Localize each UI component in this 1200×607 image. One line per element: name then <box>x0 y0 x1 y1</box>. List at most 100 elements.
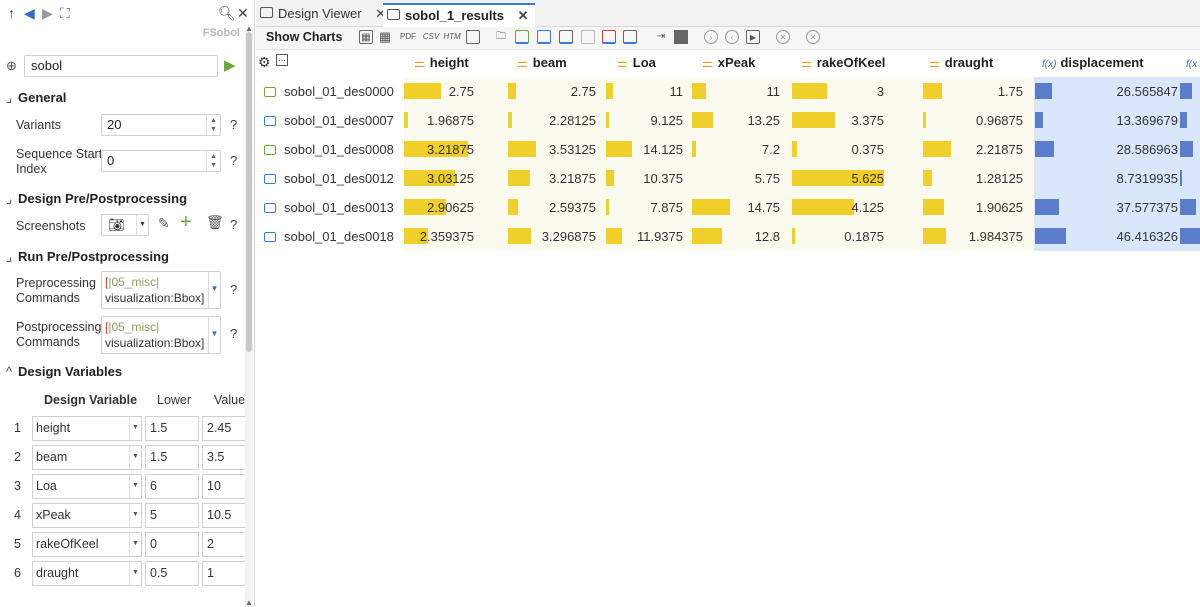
column-header-beam[interactable]: ⚌ beam <box>517 55 567 79</box>
image-export-icon[interactable]: ▦ <box>359 30 373 44</box>
tab-sobol-results[interactable]: sobol_1_results ✕ <box>383 3 535 27</box>
scrollbar-thumb[interactable] <box>246 32 252 352</box>
design-name[interactable]: sobol_01_des0012 <box>264 171 394 186</box>
help-icon[interactable]: ? <box>230 326 237 341</box>
general-section-header[interactable]: ⌟ General <box>6 90 66 106</box>
design-variable-select[interactable]: draught ▼ <box>32 561 142 586</box>
chevron-down-icon[interactable]: ▼ <box>129 533 141 556</box>
circle-x-all-icon[interactable]: ✕ <box>806 30 820 44</box>
design-variable-select[interactable]: Loa ▼ <box>32 474 142 499</box>
lower-input[interactable]: 6 <box>145 474 199 499</box>
folder-red-icon[interactable] <box>602 30 616 44</box>
table-row[interactable]: sobol_01_des0000 2.75 2.75 11 11 3 1.75 26.5658… <box>256 77 1200 106</box>
lower-input[interactable]: 0.5 <box>145 561 199 586</box>
help-icon[interactable]: ? <box>230 282 237 297</box>
expand-icon[interactable]: ⛶ <box>60 5 70 22</box>
design-name[interactable]: sobol_01_des0018 <box>264 229 394 244</box>
csv-export-icon[interactable]: CSV <box>421 30 441 44</box>
settings-gear-icon[interactable]: ⚙ <box>258 54 271 71</box>
variants-input[interactable]: 20 ▲ ▼ <box>101 114 221 136</box>
design-variable-select[interactable]: rakeOfKeel ▼ <box>32 532 142 557</box>
circle-left-icon[interactable]: ‹ <box>725 30 739 44</box>
sequence-start-input[interactable]: 0 ▲ ▼ <box>101 150 221 172</box>
value-input[interactable]: 2 <box>202 532 248 557</box>
table-row[interactable]: sobol_01_des0007 1.96875 2.28125 9.125 13.25… <box>256 106 1200 135</box>
column-header-loa[interactable]: ⚌ Loa <box>617 55 656 79</box>
folder-disabled-icon[interactable] <box>581 30 595 44</box>
scroll-down-icon[interactable]: ▲ <box>245 598 253 607</box>
design-name[interactable]: sobol_01_des0000 <box>264 84 394 99</box>
design-pp-section-header[interactable]: ⌟ Design Pre/Postprocessing <box>6 191 187 207</box>
column-header-draught[interactable]: ⚌ draught <box>929 55 993 79</box>
folder-dots-icon[interactable] <box>559 30 573 44</box>
table-row[interactable]: sobol_01_des0018 2.359375 3.296875 11.9375 1… <box>256 222 1200 251</box>
screenshots-select[interactable]: 📷︎ ▼ <box>101 214 149 236</box>
value-input[interactable]: 3.5 <box>202 445 248 470</box>
folder-upload-icon[interactable] <box>623 30 637 44</box>
design-name[interactable]: sobol_01_des0013 <box>264 200 394 215</box>
chevron-down-icon[interactable]: ▼ <box>129 417 141 440</box>
postprocessing-commands-field[interactable]: [|05_misc| visualization:Bbox] ▼ <box>101 316 221 354</box>
help-icon[interactable]: ? <box>230 117 237 132</box>
lower-input[interactable]: 1.5 <box>145 416 199 441</box>
value-input[interactable]: 10 <box>202 474 248 499</box>
pin-icon[interactable]: ↑ <box>8 5 15 21</box>
chevron-down-icon[interactable]: ▼ <box>129 562 141 585</box>
value-input[interactable]: 1 <box>202 561 248 586</box>
htm-export-icon[interactable]: HTM <box>442 30 462 44</box>
design-name[interactable]: sobol_01_des0007 <box>264 113 394 128</box>
folder-star-icon[interactable] <box>537 30 551 44</box>
grid-export-icon[interactable]: ▦ <box>378 30 392 44</box>
pdf-export-icon[interactable]: PDF <box>397 30 419 44</box>
show-charts-button[interactable]: Show Charts <box>266 30 342 44</box>
design-variables-section-header[interactable]: ^ Design Variables <box>6 364 122 379</box>
run-pp-section-header[interactable]: ⌟ Run Pre/Postprocessing <box>6 249 169 265</box>
search-icon[interactable]: 🔍︎ <box>218 5 236 22</box>
column-header-xpeak[interactable]: ⚌ xPeak <box>702 55 755 79</box>
close-icon[interactable]: ✕ <box>518 8 529 23</box>
left-scrollbar[interactable]: ▲ ▲ <box>245 24 253 607</box>
run-play-icon[interactable]: ▶ <box>224 56 236 74</box>
value-input[interactable]: 2.45 <box>202 416 248 441</box>
help-icon[interactable]: ? <box>230 217 237 232</box>
chevron-down-icon[interactable]: ▼ <box>208 317 220 353</box>
value-input[interactable]: 10.5 <box>202 503 248 528</box>
lower-input[interactable]: 1.5 <box>145 445 199 470</box>
lower-input[interactable]: 5 <box>145 503 199 528</box>
folder-green-icon[interactable] <box>515 30 529 44</box>
lower-input[interactable]: 0 <box>145 532 199 557</box>
circle-right-icon[interactable]: › <box>704 30 718 44</box>
close-icon[interactable]: ✕ <box>237 5 249 22</box>
name-input[interactable]: sobol <box>24 55 218 77</box>
contrast-icon[interactable] <box>674 30 688 44</box>
design-variable-select[interactable]: xPeak ▼ <box>32 503 142 528</box>
circle-x-icon[interactable]: ✕ <box>776 30 790 44</box>
preprocessing-commands-field[interactable]: [|05_misc| visualization:Bbox] ▼ <box>101 271 221 309</box>
design-variable-select[interactable]: beam ▼ <box>32 445 142 470</box>
table-row[interactable]: sobol_01_des0008 3.21875 3.53125 14.125 7.2 0… <box>256 135 1200 164</box>
column-chooser-icon[interactable]: … <box>276 54 288 66</box>
chevron-down-icon[interactable]: ▼ <box>129 446 141 469</box>
chevron-down-icon[interactable]: ▼ <box>129 504 141 527</box>
column-header-displacement[interactable]: f(x) displacement <box>1042 55 1144 79</box>
trash-icon[interactable]: 🗑︎ <box>206 214 224 231</box>
file-export-icon[interactable]: ⇥ <box>654 30 668 44</box>
help-icon[interactable]: ? <box>230 153 237 168</box>
back-arrow-icon[interactable]: ◀ <box>24 5 35 22</box>
edit-pencil-icon[interactable]: ✎ <box>158 215 170 232</box>
design-variable-select[interactable]: height ▼ <box>32 416 142 441</box>
column-header-partial[interactable]: f(x <box>1186 55 1200 79</box>
spinner-icon[interactable]: ▲ ▼ <box>206 115 220 135</box>
play-box-icon[interactable]: ▶ <box>746 30 760 44</box>
spinner-icon[interactable]: ▲ ▼ <box>206 151 220 171</box>
column-header-rakeofkeel[interactable]: ⚌ rakeOfKeel <box>801 55 885 79</box>
tab-design-viewer[interactable]: Design Viewer ✕ <box>256 3 392 27</box>
add-icon[interactable]: + <box>180 211 192 234</box>
table-row[interactable]: sobol_01_des0013 2.90625 2.59375 7.875 14.75… <box>256 193 1200 222</box>
copy-icon[interactable] <box>466 30 480 44</box>
design-name[interactable]: sobol_01_des0008 <box>264 142 394 157</box>
table-row[interactable]: sobol_01_des0012 3.03125 3.21875 10.375 5.75… <box>256 164 1200 193</box>
column-header-height[interactable]: ⚌ height <box>414 55 469 79</box>
chevron-down-icon[interactable]: ▼ <box>129 475 141 498</box>
folder-icon[interactable]: 🗀 <box>494 30 508 44</box>
